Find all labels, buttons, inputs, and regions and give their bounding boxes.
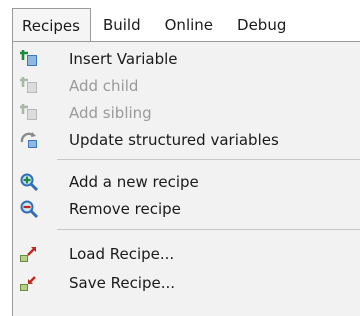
menu-item-label: Add sibling (69, 103, 152, 122)
menu-item-add-new-recipe[interactable]: Add a new recipe (13, 168, 360, 195)
menu-item-label: Insert Variable (69, 49, 178, 68)
menu-item-label: Update structured variables (69, 130, 279, 149)
recipes-dropdown-menu: Insert Variable Add child Add sibling Up… (12, 41, 360, 316)
menu-item-label: Remove recipe (69, 199, 181, 218)
menu-item-load-recipe[interactable]: Load Recipe... (13, 240, 360, 267)
menu-item-update-structured-variables[interactable]: Update structured variables (13, 126, 360, 153)
menu-bar: Recipes Build Online Debug (12, 8, 360, 42)
menu-item-add-sibling[interactable]: Add sibling (13, 99, 360, 126)
add-recipe-icon (20, 173, 39, 192)
add-child-icon (20, 77, 37, 93)
menu-recipes[interactable]: Recipes (12, 8, 91, 42)
menu-debug[interactable]: Debug (225, 8, 298, 42)
menu-item-label: Load Recipe... (69, 244, 175, 263)
menu-item-save-recipe[interactable]: Save Recipe... (13, 269, 360, 296)
load-recipe-icon (20, 247, 36, 262)
update-variables-icon (20, 132, 37, 148)
insert-variable-icon (20, 50, 37, 66)
save-recipe-icon (20, 276, 36, 291)
menu-build[interactable]: Build (91, 8, 153, 42)
menu-separator (57, 159, 360, 160)
remove-recipe-icon (20, 200, 39, 219)
menu-online[interactable]: Online (153, 8, 225, 42)
menu-item-add-child[interactable]: Add child (13, 72, 360, 99)
menu-item-insert-variable[interactable]: Insert Variable (13, 45, 360, 72)
menu-item-label: Add child (69, 76, 139, 95)
menu-item-remove-recipe[interactable]: Remove recipe (13, 195, 360, 222)
menu-item-label: Save Recipe... (69, 273, 176, 292)
menu-item-label: Add a new recipe (69, 172, 199, 191)
menu-separator (57, 229, 360, 230)
add-sibling-icon (20, 104, 37, 120)
